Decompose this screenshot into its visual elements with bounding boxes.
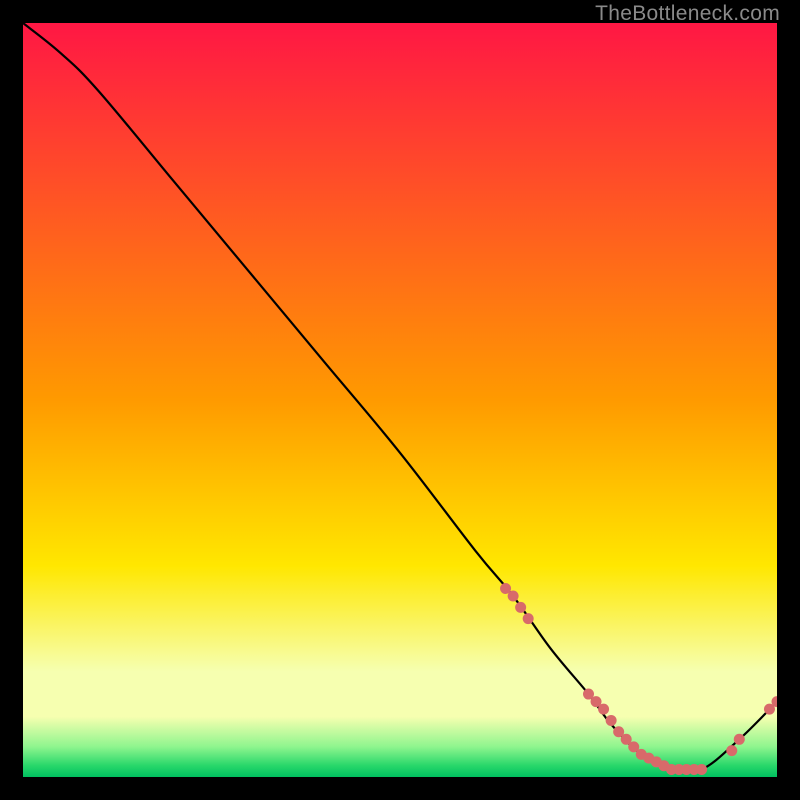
curve-marker bbox=[734, 734, 745, 745]
curve-marker bbox=[726, 745, 737, 756]
curve-marker bbox=[606, 715, 617, 726]
watermark-text: TheBottleneck.com bbox=[595, 2, 780, 26]
curve-marker bbox=[508, 591, 519, 602]
curve-marker bbox=[515, 602, 526, 613]
chart-stage: TheBottleneck.com bbox=[0, 0, 800, 800]
curve-marker bbox=[598, 704, 609, 715]
curve-marker bbox=[696, 764, 707, 775]
curve-marker bbox=[523, 613, 534, 624]
chart-plot bbox=[23, 23, 777, 777]
